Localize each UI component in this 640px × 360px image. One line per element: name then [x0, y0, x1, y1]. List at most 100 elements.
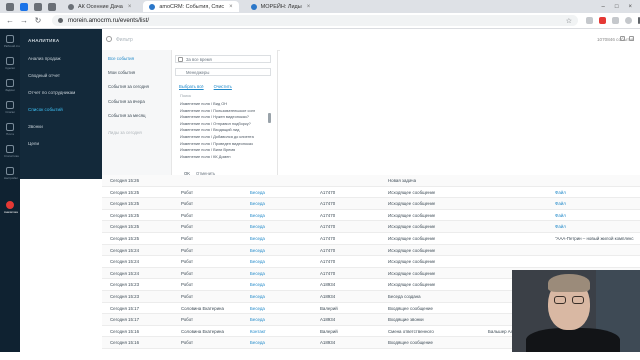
clear-link[interactable]: Очистить — [214, 84, 232, 89]
bookmark-star-icon[interactable]: ☆ — [566, 17, 572, 25]
tab-strip-icon[interactable] — [6, 2, 14, 11]
event-entity-link[interactable]: Беседа — [250, 271, 265, 276]
event-type-option[interactable]: Изменение поля / Пользовательское согл — [180, 108, 270, 115]
event-value-after[interactable]: Файл — [555, 224, 566, 229]
event-type-option[interactable]: Изменение поля / Добавился до клиента — [180, 134, 270, 141]
event-author: Робот — [181, 236, 194, 241]
profile-avatar-icon[interactable] — [625, 17, 632, 24]
event-type-option[interactable]: Изменение поля / Входящий лид — [180, 127, 270, 134]
tab-strip-icon[interactable] — [48, 2, 56, 11]
table-row[interactable]: Сегодня 15:25 Робот Беседа А17470 Исходящее … — [102, 187, 640, 199]
event-entity-link[interactable]: Беседа — [250, 340, 265, 345]
date-range-input[interactable]: За все время — [175, 55, 271, 63]
site-info-icon[interactable] — [57, 18, 63, 23]
table-row[interactable]: Сегодня 15:24 Робот Беседа А17470 Исходящее … — [102, 244, 640, 257]
preset-leads-today[interactable]: Лиды за сегодня — [108, 130, 142, 135]
event-type-option[interactable]: Изменение поля / Проведен видеопоказ — [180, 141, 270, 148]
table-row[interactable]: Сегодня 15:25 Робот Беседа А17470 Исходящее … — [102, 198, 640, 210]
event-entity-link[interactable]: Беседа — [250, 317, 265, 322]
nav-lists[interactable]: Списки — [4, 101, 16, 114]
managers-input[interactable]: Менеджеры — [175, 68, 271, 76]
preset-all-events[interactable]: Все события — [108, 56, 134, 61]
event-type-option[interactable]: Изменение поля / Вили Время — [180, 147, 270, 154]
event-type-option[interactable]: Изменение поля / Отправил подборку? — [180, 121, 270, 128]
subnav-item-employee-report[interactable]: Отчет по сотрудникам — [28, 90, 75, 95]
nav-settings[interactable]: Настройки — [4, 167, 18, 180]
table-row[interactable]: Сегодня 15:25 Робот Беседа А17470 Исходящее … — [102, 210, 640, 222]
event-entity-link[interactable]: Беседа — [250, 201, 265, 206]
event-value-after[interactable]: Файл — [555, 213, 566, 218]
nav-stats[interactable]: Статистика — [4, 145, 19, 158]
reload-icon[interactable]: ↻ — [34, 16, 42, 25]
event-entity-link[interactable]: Беседа — [250, 282, 265, 287]
nav-dashboard[interactable]: Рабочий стол — [4, 35, 22, 48]
tab-close-icon[interactable]: × — [128, 4, 132, 10]
nav-mail[interactable]: Почта — [4, 123, 16, 136]
subnav-item-events-list[interactable]: Список событий — [28, 107, 63, 112]
more-icon[interactable] — [629, 36, 634, 41]
table-row[interactable]: Сегодня 15:25 Робот Беседа А17470 Исходящее … — [102, 221, 640, 233]
event-type: Входящие звонки — [388, 317, 424, 323]
event-entity-link[interactable]: Контакт — [250, 329, 266, 334]
subnav-item-summary-report[interactable]: Сводный отчет — [28, 73, 60, 78]
event-type-option[interactable]: Изменение поля / Нужен видеопоказ? — [180, 114, 270, 121]
stats-icon — [6, 145, 14, 153]
select-all-link[interactable]: Выбрать всё — [179, 84, 204, 89]
tab-favicon-icon — [68, 3, 74, 10]
settings-icon[interactable] — [620, 36, 625, 41]
minimize-icon[interactable]: – — [602, 4, 605, 10]
tab-strip-icon[interactable] — [20, 2, 28, 11]
extension-icon[interactable] — [612, 17, 619, 24]
event-type-option[interactable]: Изменение поля / Вид ОН — [180, 101, 270, 108]
nav-analytics[interactable]: Аналитика — [4, 201, 18, 214]
event-entity-link[interactable]: Беседа — [250, 259, 265, 264]
event-object-name: А17470 — [320, 259, 336, 265]
extension-icon[interactable] — [586, 17, 593, 24]
glasses-icon — [554, 296, 566, 304]
back-icon[interactable]: ← — [6, 16, 14, 25]
event-entity-link[interactable]: Беседа — [250, 236, 265, 241]
event-value-after[interactable]: Файл — [555, 201, 566, 206]
event-type-option[interactable]: Изменение поля / КК Домен — [180, 154, 270, 161]
preset-today[interactable]: События за сегодня — [108, 84, 149, 89]
event-author: Робот — [181, 189, 194, 195]
event-value-after[interactable]: Файл — [555, 190, 566, 195]
table-row[interactable]: Сегодня 15:26 Новая задача — [102, 175, 640, 187]
event-entity-link[interactable]: Беседа — [250, 190, 265, 195]
url-input[interactable]: morein.amocrm.ru/events/list/ ☆ — [51, 15, 578, 26]
table-row[interactable]: Сегодня 15:24 Робот Беседа А17470 Исходящее … — [102, 256, 640, 268]
list-scrollbar[interactable] — [268, 113, 271, 123]
event-entity-link[interactable]: Беседа — [250, 306, 265, 311]
browser-tab[interactable]: amoCRM: События, Спис × — [143, 1, 239, 12]
event-type-search-input[interactable]: Поиск — [180, 93, 191, 98]
event-type-list: Изменение поля / Вид ОН Изменение поля /… — [180, 101, 270, 160]
filter-input[interactable]: Фильтр — [116, 37, 133, 43]
event-date: Сегодня 15:24 — [110, 259, 140, 265]
forward-icon[interactable]: → — [20, 16, 28, 25]
page-header — [102, 29, 640, 51]
nav-leads[interactable]: Сделки — [4, 57, 16, 70]
preset-yesterday[interactable]: События за вчера — [108, 99, 145, 104]
subnav-item-sales-analysis[interactable]: Анализ продаж — [28, 56, 61, 61]
nav-label: Списки — [5, 110, 15, 114]
event-entity-link[interactable]: Беседа — [250, 248, 265, 253]
table-row[interactable]: Сегодня 15:25 Робот Беседа А17470 Исходящее … — [102, 233, 640, 245]
subnav-item-goals[interactable]: Цели — [28, 141, 39, 146]
close-window-icon[interactable]: × — [628, 4, 632, 10]
event-entity-link[interactable]: Беседа — [250, 224, 265, 229]
event-entity-link[interactable]: Беседа — [250, 294, 265, 299]
maximize-icon[interactable]: □ — [615, 4, 619, 10]
preset-month[interactable]: События за месяц — [108, 113, 146, 118]
subnav-item-calls[interactable]: Звонки — [28, 124, 43, 129]
nav-tasks[interactable]: Задачи — [4, 79, 16, 92]
preset-my-events[interactable]: Мои события — [108, 70, 135, 75]
browser-tab[interactable]: АК Осенние Дача × — [62, 1, 137, 12]
tab-close-icon[interactable]: × — [229, 4, 233, 10]
browser-tab[interactable]: МОРЕЙН: Лиды × — [245, 1, 317, 12]
event-entity-link[interactable]: Беседа — [250, 213, 265, 218]
tab-close-icon[interactable]: × — [307, 4, 311, 10]
search-icon[interactable] — [106, 36, 112, 42]
event-author: Робот — [181, 340, 194, 346]
tab-strip-icon[interactable] — [34, 2, 42, 11]
youtube-extension-icon[interactable] — [599, 17, 606, 24]
